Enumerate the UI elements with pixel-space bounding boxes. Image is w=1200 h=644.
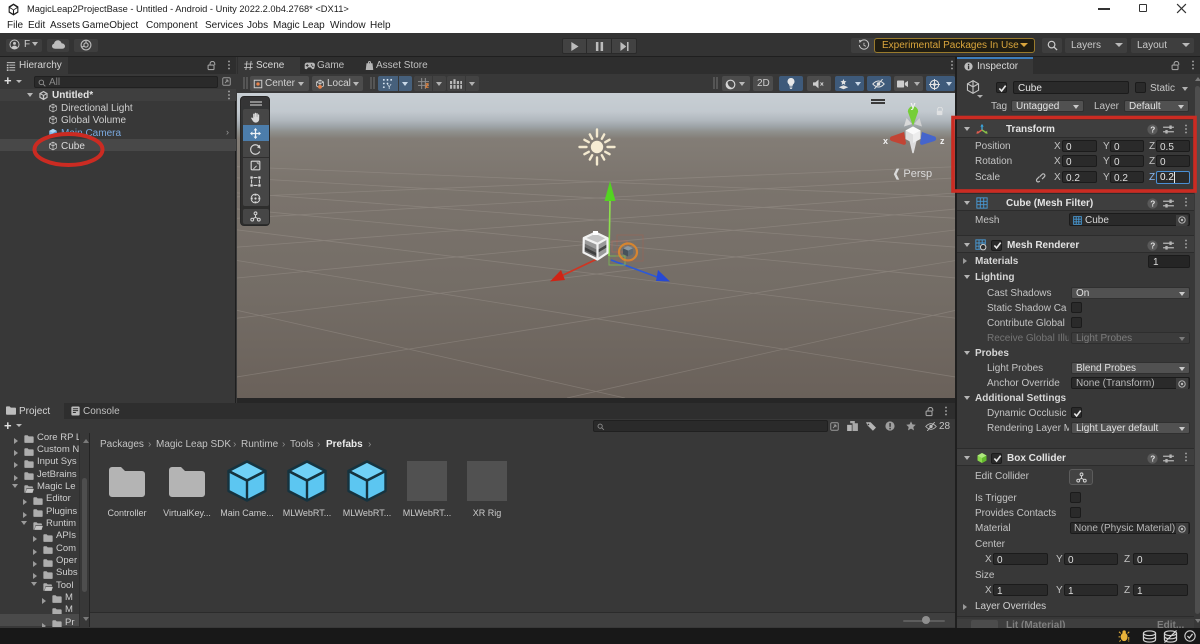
svg-text:Y: Y xyxy=(387,82,392,89)
svg-text:y: y xyxy=(911,101,916,110)
svg-text:?: ? xyxy=(1150,125,1155,134)
svg-text:?: ? xyxy=(1150,241,1155,250)
svg-text:z: z xyxy=(940,136,945,146)
svg-text:?: ? xyxy=(1150,454,1155,463)
svg-text:x: x xyxy=(883,136,888,146)
svg-text:!: ! xyxy=(1128,637,1130,642)
svg-text:?: ? xyxy=(1150,199,1155,208)
